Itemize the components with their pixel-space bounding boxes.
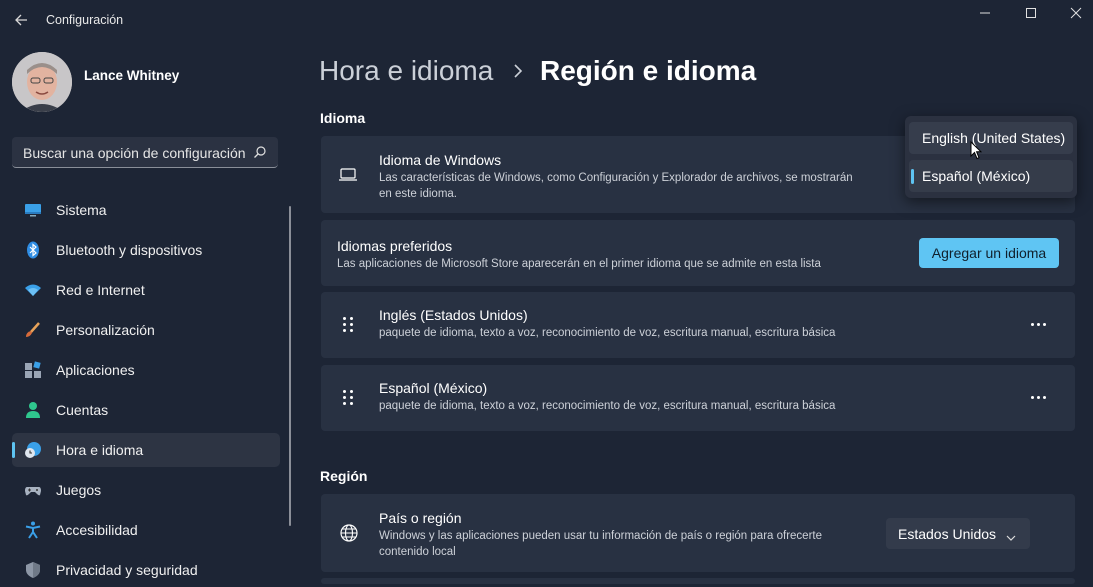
shield-icon — [24, 561, 42, 579]
search-icon — [253, 145, 267, 164]
app-title: Configuración — [46, 13, 124, 27]
sidebar-item-cuentas[interactable]: Cuentas — [12, 393, 280, 427]
sidebar-scrollbar[interactable] — [289, 206, 291, 526]
chevron-right-icon — [512, 62, 524, 85]
page-title: Región e idioma — [540, 55, 757, 86]
user-photo — [12, 52, 72, 112]
sidebar-item-label: Sistema — [56, 202, 107, 218]
next-card — [321, 578, 1075, 584]
drag-handle-icon[interactable] — [343, 390, 357, 410]
sidebar-item-aplicaciones[interactable]: Aplicaciones — [12, 353, 280, 387]
sidebar-item-label: Juegos — [56, 482, 102, 498]
language-item[interactable]: Español (México) paquete de idioma, text… — [321, 365, 1075, 431]
sidebar-item-juegos[interactable]: Juegos — [12, 473, 280, 507]
language-features: paquete de idioma, texto a voz, reconoci… — [379, 327, 836, 339]
sidebar-item-label: Aplicaciones — [56, 362, 135, 378]
globe-clock-icon — [24, 441, 42, 459]
more-options-icon[interactable] — [1029, 393, 1049, 403]
mouse-cursor-icon — [970, 140, 983, 165]
sidebar-item-accesibilidad[interactable]: Accesibilidad — [12, 513, 280, 547]
section-heading-region: Región — [320, 468, 368, 484]
sidebar-item-label: Privacidad y seguridad — [56, 562, 198, 578]
dropdown-option-selected[interactable]: Español (México) — [909, 160, 1073, 192]
language-item[interactable]: Inglés (Estados Unidos) paquete de idiom… — [321, 292, 1075, 358]
section-heading-idioma: Idioma — [320, 110, 366, 126]
bluetooth-icon — [24, 241, 42, 259]
arrow-left-icon — [15, 14, 27, 26]
language-name: Español (México) — [379, 380, 488, 396]
country-region-title: País o región — [379, 510, 462, 526]
sidebar-item-hora-idioma[interactable]: Hora e idioma — [12, 433, 280, 467]
close-button[interactable] — [1053, 4, 1093, 22]
windows-language-desc-2: en este idioma. — [379, 188, 457, 200]
avatar[interactable] — [12, 52, 72, 112]
sidebar-item-label: Hora e idioma — [56, 442, 144, 458]
apps-icon — [24, 361, 42, 379]
country-region-desc-2: contenido local — [379, 546, 456, 558]
monitor-icon — [24, 201, 42, 219]
close-icon — [1070, 7, 1082, 19]
country-select[interactable]: Estados Unidos — [886, 518, 1030, 549]
maximize-button[interactable] — [1008, 4, 1054, 22]
sidebar-item-bluetooth[interactable]: Bluetooth y dispositivos — [12, 233, 280, 267]
country-select-value: Estados Unidos — [898, 526, 997, 542]
person-icon — [24, 401, 42, 419]
language-name: Inglés (Estados Unidos) — [379, 307, 528, 323]
sidebar-item-label: Accesibilidad — [56, 522, 138, 538]
sidebar-item-label: Personalización — [56, 322, 155, 338]
search-placeholder: Buscar una opción de configuración — [23, 145, 246, 161]
laptop-icon — [338, 167, 358, 188]
minimize-button[interactable] — [962, 4, 1008, 22]
wifi-icon — [24, 281, 42, 299]
sidebar-item-label: Bluetooth y dispositivos — [56, 242, 203, 258]
minimize-icon — [980, 12, 990, 14]
user-name: Lance Whitney — [84, 68, 180, 83]
dropdown-option[interactable]: English (United States) — [909, 122, 1073, 154]
accessibility-icon — [24, 521, 42, 539]
maximize-icon — [1026, 8, 1036, 18]
sidebar-item-label: Red e Internet — [56, 282, 145, 298]
preferred-languages-title: Idiomas preferidos — [337, 238, 453, 254]
add-language-button[interactable]: Agregar un idioma — [919, 238, 1059, 268]
windows-language-dropdown[interactable]: English (United States) Español (México) — [905, 116, 1077, 198]
sidebar-item-personalizacion[interactable]: Personalización — [12, 313, 280, 347]
selected-indicator — [911, 169, 914, 184]
search-input[interactable]: Buscar una opción de configuración — [12, 137, 278, 168]
preferred-languages-desc: Las aplicaciones de Microsoft Store apar… — [337, 258, 821, 270]
sidebar-item-privacidad[interactable]: Privacidad y seguridad — [12, 553, 280, 587]
sidebar-item-sistema[interactable]: Sistema — [12, 193, 280, 227]
more-options-icon[interactable] — [1029, 320, 1049, 330]
drag-handle-icon[interactable] — [343, 317, 357, 337]
dropdown-option-label: English (United States) — [922, 130, 1066, 146]
globe-icon — [339, 523, 359, 548]
dropdown-option-label: Español (México) — [922, 168, 1031, 184]
back-button[interactable] — [12, 10, 32, 30]
country-region-desc-1: Windows y las aplicaciones pueden usar t… — [379, 530, 822, 542]
language-features: paquete de idioma, texto a voz, reconoci… — [379, 400, 836, 412]
gamepad-icon — [24, 481, 42, 499]
sidebar-item-label: Cuentas — [56, 402, 109, 418]
chevron-down-icon — [1006, 529, 1016, 547]
windows-language-desc-1: Las características de Windows, como Con… — [379, 172, 853, 184]
windows-language-title: Idioma de Windows — [379, 152, 502, 168]
active-indicator — [12, 442, 15, 458]
breadcrumb-parent[interactable]: Hora e idioma — [319, 55, 493, 87]
sidebar-item-red[interactable]: Red e Internet — [12, 273, 280, 307]
brush-icon — [24, 321, 42, 339]
